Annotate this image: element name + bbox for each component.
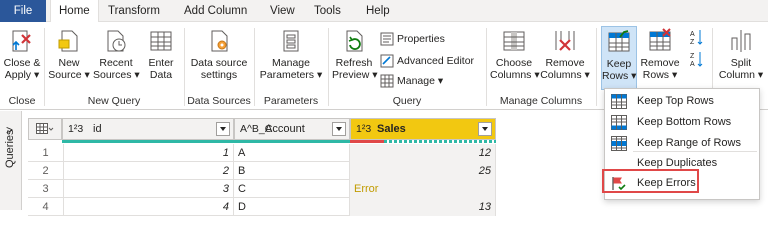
- column-quality-bar: [62, 140, 350, 143]
- remove-columns-icon: [555, 31, 575, 51]
- recent-sources-button[interactable]: Recent Sources ▾: [93, 26, 140, 90]
- menu-bar: File Home Transform Add Column View Tool…: [0, 0, 768, 23]
- parameters-icon: [283, 30, 299, 52]
- keep-top-rows-icon: [611, 94, 627, 109]
- sort-ascending-icon: AZ: [690, 30, 703, 46]
- type-whole-number-icon[interactable]: 1²3: [356, 119, 371, 139]
- error-cell[interactable]: Error: [350, 180, 496, 198]
- group-divider: [254, 28, 255, 106]
- group-divider: [596, 28, 597, 106]
- table-row[interactable]: 1 1 A 12: [28, 144, 496, 162]
- enter-data-button[interactable]: Enter Data: [142, 26, 180, 90]
- settings-document-icon: [211, 30, 228, 52]
- tab-transform[interactable]: Transform: [100, 0, 168, 22]
- type-whole-number-icon[interactable]: 1²3: [68, 119, 83, 139]
- svg-text:Z: Z: [690, 39, 695, 46]
- queries-pane-label: Queries: [4, 129, 16, 168]
- table-row[interactable]: 2 2 B 25: [28, 162, 496, 180]
- new-source-icon: [58, 30, 78, 52]
- keep-rows-button[interactable]: Keep Rows ▾: [601, 26, 637, 90]
- group-divider: [486, 28, 487, 106]
- group-label-manage-columns: Manage Columns: [499, 95, 583, 107]
- keep-errors-highlight-box: [602, 169, 699, 193]
- remove-rows-button[interactable]: Remove Rows ▾: [640, 26, 680, 90]
- manage-parameters-button[interactable]: Manage Parameters ▾: [258, 26, 324, 90]
- menu-item-keep-top-rows[interactable]: Keep Top Rows: [605, 91, 759, 112]
- remove-rows-icon: [649, 28, 671, 51]
- tab-view[interactable]: View: [262, 0, 303, 22]
- table-icon: [150, 31, 172, 51]
- keep-bottom-rows-icon: [611, 115, 627, 130]
- menu-item-keep-bottom-rows[interactable]: Keep Bottom Rows: [605, 112, 759, 133]
- sort-descending-button[interactable]: ZA: [690, 50, 707, 68]
- tab-tools[interactable]: Tools: [306, 0, 349, 22]
- split-column-icon: [731, 30, 751, 52]
- close-apply-button[interactable]: Close & Apply ▾: [2, 26, 42, 90]
- choose-columns-icon: [503, 31, 525, 51]
- group-divider: [328, 28, 329, 106]
- column-filter-dropdown[interactable]: [216, 122, 230, 136]
- svg-text:A: A: [690, 31, 695, 38]
- column-header-sales[interactable]: 1²3 Sales: [350, 118, 496, 140]
- column-header-id[interactable]: 1²3 id: [62, 118, 234, 140]
- group-label-new-query: New Query: [87, 95, 141, 107]
- group-label-query: Query: [392, 95, 422, 107]
- sort-ascending-button[interactable]: AZ: [690, 28, 707, 46]
- advanced-editor-icon: [380, 54, 394, 68]
- properties-button[interactable]: Properties: [380, 30, 445, 48]
- table-icon: [36, 123, 54, 134]
- recent-sources-icon: [107, 30, 126, 52]
- refresh-icon: [346, 30, 363, 52]
- table-row[interactable]: 3 3 C Error: [28, 180, 496, 198]
- group-divider: [184, 28, 185, 106]
- svg-text:Z: Z: [690, 53, 695, 60]
- remove-columns-button[interactable]: Remove Columns ▾: [540, 26, 590, 90]
- svg-text:A: A: [690, 61, 695, 68]
- group-label-parameters: Parameters: [263, 95, 319, 107]
- keep-range-of-rows-icon: [611, 136, 627, 151]
- properties-icon: [380, 32, 394, 46]
- keep-rows-icon: [608, 30, 630, 52]
- manage-table-icon: [380, 74, 394, 88]
- group-divider: [44, 28, 45, 106]
- choose-columns-button[interactable]: Choose Columns ▾: [490, 26, 540, 90]
- new-source-button[interactable]: New Source ▾: [48, 26, 90, 90]
- close-apply-icon: [12, 30, 31, 52]
- tab-file[interactable]: File: [0, 0, 46, 22]
- tab-home[interactable]: Home: [50, 0, 99, 23]
- column-filter-dropdown[interactable]: [478, 122, 492, 136]
- split-column-button[interactable]: Split Column ▾: [718, 26, 764, 90]
- tab-help[interactable]: Help: [358, 0, 398, 22]
- tab-add-column[interactable]: Add Column: [176, 0, 255, 22]
- data-source-settings-button[interactable]: Data source settings: [188, 26, 250, 90]
- table-menu-button[interactable]: [28, 118, 62, 140]
- advanced-editor-button[interactable]: Advanced Editor: [380, 52, 474, 70]
- column-quality-bar: [384, 140, 496, 143]
- menu-divider: [633, 151, 757, 152]
- column-filter-dropdown[interactable]: [332, 122, 346, 136]
- group-label-close: Close: [8, 95, 36, 107]
- column-header-account[interactable]: A^B_C Account: [234, 118, 350, 140]
- group-label-data-sources: Data Sources: [187, 95, 251, 107]
- refresh-preview-button[interactable]: Refresh Preview ▾: [332, 26, 378, 90]
- column-quality-error-segment: [350, 140, 384, 143]
- sort-descending-icon: ZA: [690, 52, 703, 68]
- table-row[interactable]: 4 4 D 13: [28, 198, 496, 216]
- manage-button[interactable]: Manage ▾: [380, 72, 443, 90]
